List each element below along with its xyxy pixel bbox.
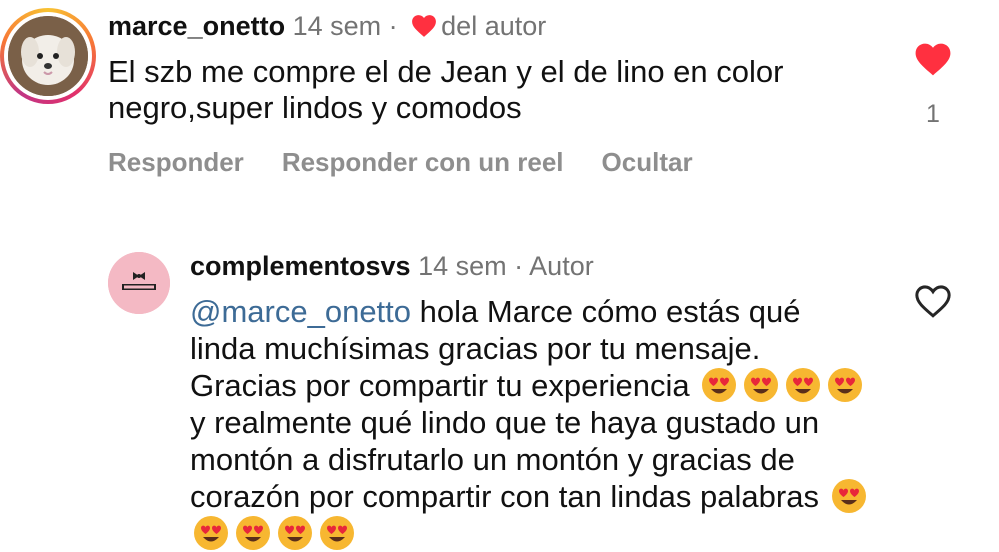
liked-by-author-label: del autor [441, 11, 547, 41]
comment-actions: Responder Responder con un reel Ocultar [108, 147, 731, 178]
comment-meta: marce_onetto 14 sem · del autor [108, 9, 546, 43]
reply-text: @marce_onetto hola Marce cómo estás qué … [190, 293, 870, 552]
separator-dot: · [388, 11, 398, 41]
heart-eyes-emoji-icon [828, 368, 863, 402]
commenter-avatar [8, 16, 88, 96]
dog-photo-icon [8, 16, 88, 96]
avatar-frame [4, 12, 92, 100]
heart-eyes-emoji-icon [194, 516, 228, 550]
heart-eyes-emoji-icon [320, 516, 354, 550]
like-heart-outline-icon[interactable] [914, 284, 952, 319]
reply-text-part2: y realmente qué lindo que te haya gustad… [190, 405, 828, 514]
heart-eyes-emoji-icon [278, 516, 312, 550]
heart-eyes-emoji-icon [831, 479, 866, 513]
reply-with-reel-button[interactable]: Responder con un reel [282, 147, 564, 177]
heart-eyes-emoji-icon [744, 368, 779, 402]
brand-logo-icon [108, 252, 170, 314]
like-heart-filled-icon[interactable] [914, 42, 952, 77]
like-count[interactable]: 1 [920, 100, 946, 129]
comment-text: El szb me compre el de Jean y el de lino… [108, 54, 784, 125]
reply-time: 14 sem [418, 251, 507, 281]
reply-meta: complementosvs 14 sem · Autor [190, 249, 594, 283]
author-badge: Autor [529, 251, 594, 281]
commenter-username[interactable]: marce_onetto [108, 11, 285, 41]
reply-avatar[interactable] [108, 252, 170, 314]
reply-button[interactable]: Responder [108, 147, 244, 177]
mention-link[interactable]: @marce_onetto [190, 294, 411, 329]
heart-eyes-emoji-icon [236, 516, 270, 550]
separator-dot: · [514, 251, 524, 281]
reply-username[interactable]: complementosvs [190, 251, 411, 281]
heart-eyes-emoji-icon [786, 368, 821, 402]
heart-eyes-emoji-icon [702, 368, 737, 402]
heart-icon [412, 15, 437, 37]
comment-time: 14 sem [292, 11, 382, 41]
commenter-avatar-ring[interactable] [0, 8, 96, 104]
hide-button[interactable]: Ocultar [602, 147, 693, 177]
